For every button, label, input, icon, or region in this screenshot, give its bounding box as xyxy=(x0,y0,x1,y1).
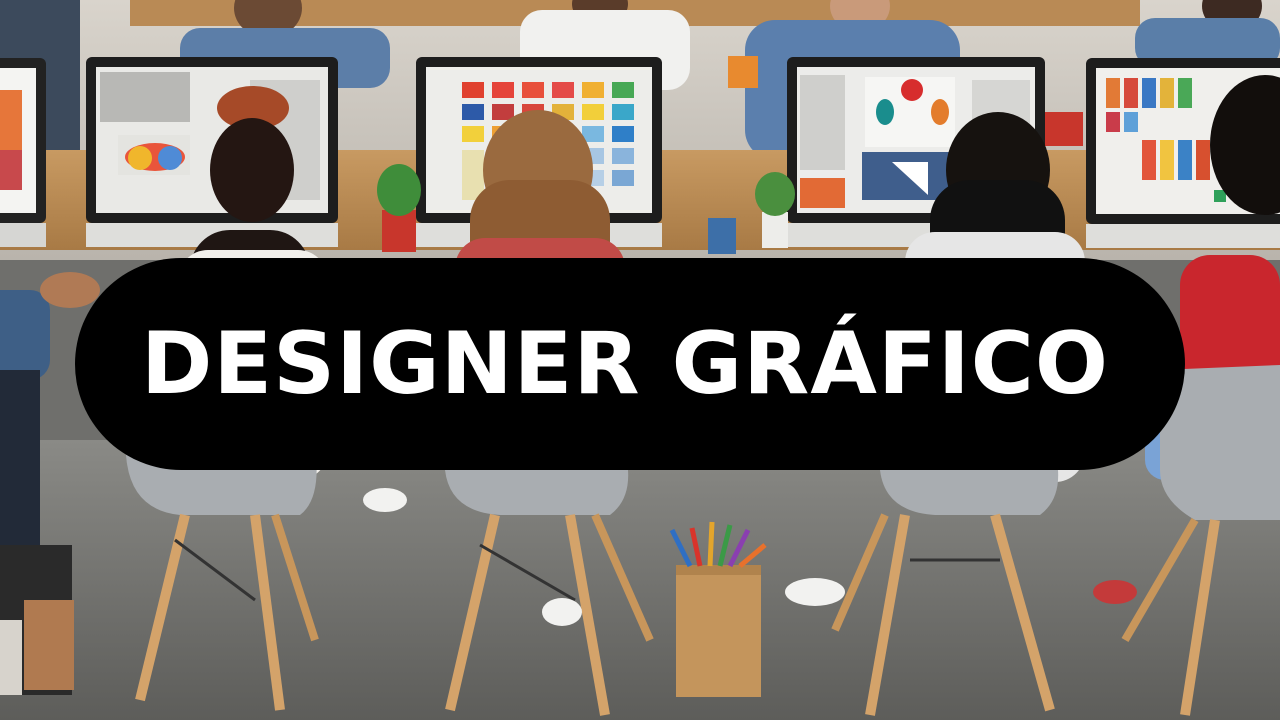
banner-title: DESIGNER GRÁFICO xyxy=(141,314,1109,414)
monitor-1 xyxy=(0,58,46,247)
monitor-2 xyxy=(86,57,338,247)
bag xyxy=(0,545,74,695)
title-banner: DESIGNER GRÁFICO xyxy=(75,258,1185,470)
